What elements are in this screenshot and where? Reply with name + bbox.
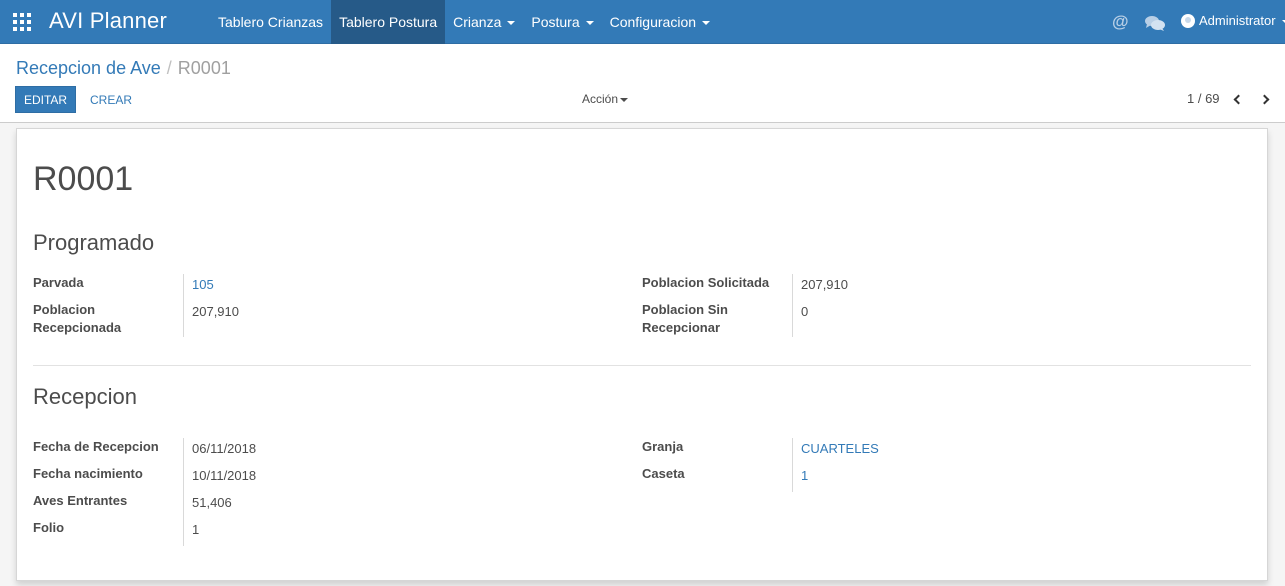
granja-label: Granja — [642, 439, 684, 454]
user-avatar-icon[interactable] — [1181, 14, 1195, 28]
caret-down-icon — [1281, 19, 1285, 24]
folio-value: 1 — [192, 522, 200, 537]
caret-down-icon — [507, 21, 516, 26]
field-separator — [183, 274, 184, 337]
caret-down-icon — [585, 21, 594, 26]
poblacion-sin-recepcionar-label: Poblacion Sin Recepcionar — [642, 301, 728, 337]
parvada-label: Parvada — [33, 275, 84, 290]
fecha-recepcion-value: 06/11/2018 — [192, 441, 257, 456]
main-menu: Tablero Crianzas Tablero Postura Crianza… — [210, 0, 718, 44]
create-button[interactable]: CREAR — [84, 86, 138, 113]
menu-label: Postura — [531, 14, 580, 30]
fecha-nacimiento-label: Fecha nacimiento — [33, 466, 143, 481]
poblacion-sin-recepcionar-value: 0 — [801, 304, 809, 319]
granja-link[interactable]: CUARTELES — [801, 440, 879, 458]
poblacion-solicitada-label: Poblacion Solicitada — [642, 275, 770, 290]
aves-entrantes-value: 51,406 — [192, 495, 232, 510]
pager-value[interactable]: 1 / 69 — [1187, 91, 1220, 106]
apps-grid-icon[interactable] — [13, 13, 31, 31]
fecha-recepcion-label: Fecha de Recepcion — [33, 439, 159, 454]
poblacion-recepcionada-value: 207,910 — [192, 304, 239, 319]
breadcrumb-parent-link[interactable]: Recepcion de Ave — [16, 58, 161, 78]
poblacion-solicitada-value: 207,910 — [801, 277, 848, 292]
menu-tablero-crianzas[interactable]: Tablero Crianzas — [210, 0, 331, 44]
menu-configuracion[interactable]: Configuracion — [602, 0, 718, 44]
parvada-link[interactable]: 105 — [192, 276, 214, 294]
poblacion-recepcionada-label: Poblacion Recepcionada — [33, 301, 121, 337]
pager-next-button[interactable] — [1254, 88, 1274, 110]
section-divider — [33, 365, 1251, 366]
chevron-right-icon — [1259, 94, 1269, 104]
menu-label: Crianza — [453, 14, 502, 30]
section-title-recepcion: Recepcion — [33, 384, 137, 409]
app-title: AVI Planner — [49, 8, 167, 33]
menu-label: Tablero Postura — [339, 14, 438, 30]
action-label: Acción — [582, 92, 619, 106]
label-line: Recepcionada — [33, 320, 122, 335]
folio-label: Folio — [33, 520, 65, 535]
section-title-programado: Programado — [33, 230, 155, 255]
menu-tablero-postura[interactable]: Tablero Postura — [331, 0, 446, 44]
label-line: Poblacion — [33, 302, 96, 317]
field-separator — [792, 438, 793, 492]
field-separator — [792, 274, 793, 337]
caseta-link[interactable]: 1 — [801, 467, 808, 485]
user-name: Administrator — [1199, 13, 1276, 28]
menu-crianza[interactable]: Crianza — [445, 0, 523, 44]
aves-entrantes-label: Aves Entrantes — [33, 493, 128, 508]
breadcrumb-current: R0001 — [177, 58, 231, 78]
pager-previous-button[interactable] — [1228, 88, 1248, 110]
user-menu[interactable]: Administrator — [1199, 13, 1285, 28]
form-sheet — [16, 128, 1268, 581]
action-dropdown[interactable]: Acción — [582, 92, 629, 106]
menu-label: Tablero Crianzas — [218, 14, 324, 30]
menu-label: Configuracion — [609, 14, 697, 30]
top-navbar: AVI Planner Tablero Crianzas Tablero Pos… — [0, 0, 1285, 44]
at-icon[interactable]: @ — [1112, 12, 1129, 32]
breadcrumb: Recepcion de Ave / R0001 — [16, 58, 231, 79]
breadcrumb-separator: / — [166, 58, 172, 78]
menu-postura[interactable]: Postura — [523, 0, 601, 44]
label-line: Poblacion Sin — [642, 302, 728, 317]
caseta-label: Caseta — [642, 466, 685, 481]
field-separator — [183, 438, 184, 546]
caret-down-icon — [702, 21, 711, 26]
record-title: R0001 — [33, 160, 134, 198]
caret-down-icon — [620, 97, 629, 102]
edit-button[interactable]: EDITAR — [15, 86, 76, 113]
chevron-left-icon — [1233, 94, 1243, 104]
fecha-nacimiento-value: 10/11/2018 — [192, 468, 257, 483]
label-line: Recepcionar — [642, 320, 721, 335]
chat-icon[interactable] — [1144, 14, 1166, 32]
